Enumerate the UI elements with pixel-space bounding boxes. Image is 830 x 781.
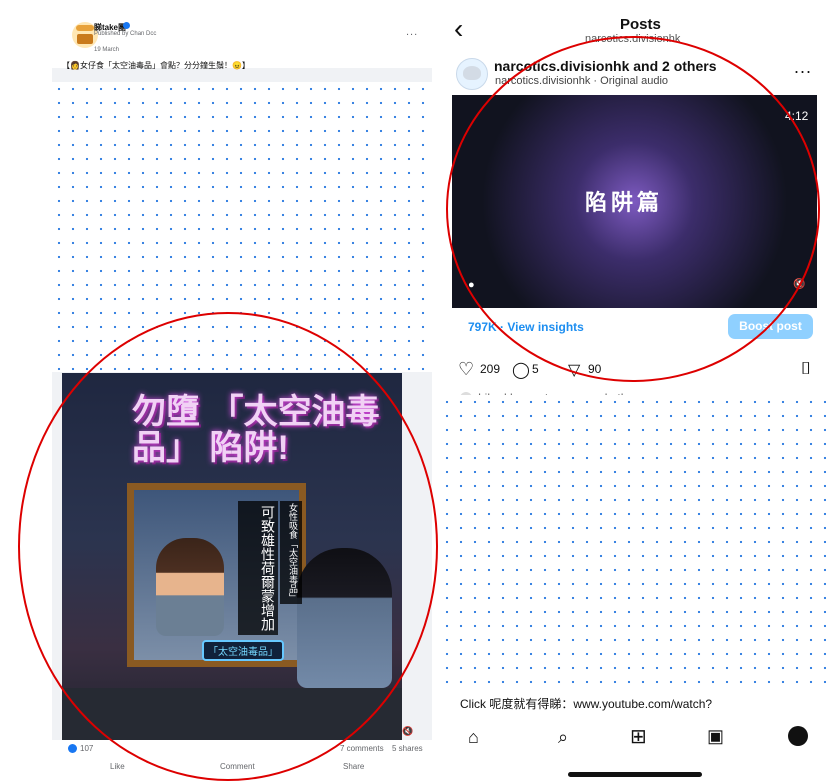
video-duration: 4:12 bbox=[785, 109, 809, 123]
more-options-icon[interactable]: ... bbox=[406, 26, 418, 38]
shares-count: 90 bbox=[588, 362, 602, 376]
video-preview[interactable]: 陷阱篇 4:12 ● 🔇 bbox=[452, 95, 817, 308]
instagram-panel: ‹ Posts narcotics.divisionhk narcotics.d… bbox=[440, 0, 830, 781]
share-count[interactable]: 5 shares bbox=[392, 744, 423, 753]
comment-button[interactable]: Comment bbox=[220, 762, 255, 771]
more-options-icon[interactable]: ... bbox=[794, 57, 812, 78]
page-subtitle: narcotics.divisionhk bbox=[585, 33, 681, 45]
user-tag-icon[interactable]: ● bbox=[468, 279, 475, 291]
reels-icon[interactable]: ▣ bbox=[707, 726, 724, 747]
post-user[interactable]: narcotics.divisionhk and 2 others bbox=[494, 58, 717, 74]
counter-illustration bbox=[62, 688, 402, 740]
post-actions: 107 7 comments 5 shares Like Comment Sha… bbox=[52, 740, 432, 781]
post-date: 19 March bbox=[94, 47, 120, 53]
facebook-panel: 睇take團 Published by Chan Dcc 19 March ..… bbox=[52, 8, 432, 781]
create-icon[interactable]: ⊞ bbox=[630, 724, 647, 749]
mute-icon[interactable]: 🔇 bbox=[793, 279, 805, 290]
boost-post-button[interactable]: Boost post bbox=[728, 314, 813, 339]
published-by: Published by Chan Dcc bbox=[94, 31, 157, 37]
comment-count[interactable]: 7 comments bbox=[340, 744, 384, 753]
bookmark-icon[interactable]: ⌷ bbox=[801, 359, 811, 379]
likes-count: 209 bbox=[480, 362, 501, 376]
send-icon[interactable]: ▽ bbox=[568, 360, 580, 380]
profile-icon[interactable] bbox=[788, 726, 808, 746]
redacted-area bbox=[440, 395, 826, 687]
poster-title: 勿墮 「太空油毒品」 陷阱! bbox=[132, 393, 380, 467]
home-indicator bbox=[568, 772, 702, 777]
post-caption: 【👩女仔食「太空油毒品」會點？分分鐘生鬚！😠】 bbox=[62, 61, 250, 70]
facebook-post-header: 睇take團 Published by Chan Dcc 19 March ..… bbox=[52, 8, 432, 70]
home-icon[interactable]: ⌂ bbox=[468, 727, 479, 748]
mirror-reflection bbox=[156, 538, 224, 636]
share-button[interactable]: Share bbox=[343, 762, 364, 771]
search-icon[interactable]: ⌕ bbox=[558, 727, 568, 748]
back-icon[interactable]: ‹ bbox=[454, 15, 463, 43]
mute-icon[interactable]: 🔇 bbox=[402, 726, 413, 737]
heart-icon[interactable]: ♡ bbox=[458, 359, 474, 380]
profile-avatar[interactable] bbox=[456, 58, 488, 90]
video-title-text: 陷阱篇 bbox=[585, 190, 664, 215]
post-caption: Click 呢度就有得睇：www.youtube.com/watch? bbox=[460, 697, 713, 711]
like-button[interactable]: Like bbox=[110, 762, 125, 771]
comments-count: 5 bbox=[532, 362, 539, 376]
like-reaction-icon bbox=[68, 744, 77, 753]
comment-icon[interactable]: ◯ bbox=[512, 360, 530, 380]
page-title: Posts bbox=[620, 16, 661, 33]
reaction-count: 107 bbox=[80, 744, 94, 753]
girl-illustration bbox=[297, 548, 392, 688]
verified-icon bbox=[123, 22, 130, 29]
redacted-area bbox=[52, 82, 432, 372]
poster-side-text: 女性吸食「太空油毒品」 bbox=[280, 501, 302, 604]
poster-image[interactable]: 勿墮 「太空油毒品」 陷阱! 可致雄性荷爾蒙增加 女性吸食「太空油毒品」 「太空… bbox=[62, 373, 402, 740]
poster-caption: 「太空油毒品」 bbox=[202, 640, 284, 661]
view-insights-link[interactable]: 797K · View insights bbox=[468, 320, 584, 334]
audio-label[interactable]: narcotics.divisionhk · Original audio bbox=[495, 75, 668, 87]
poster-vertical-text: 可致雄性荷爾蒙增加 bbox=[238, 501, 278, 635]
